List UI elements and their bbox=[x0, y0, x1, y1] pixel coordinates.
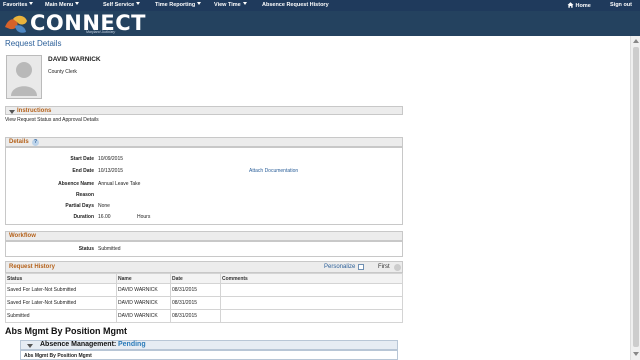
table-row: Saved For Later-Not Submitted DAVID WARN… bbox=[5, 296, 403, 310]
chevron-down-icon bbox=[29, 2, 34, 5]
abs-mgmt-subtitle: Abs Mgmt By Position Mgmt bbox=[24, 353, 92, 359]
duration-value: 16.00 bbox=[98, 214, 111, 220]
person-silhouette-icon bbox=[11, 62, 37, 96]
nav-self-service[interactable]: Self Service bbox=[103, 2, 141, 8]
nav-favorites[interactable]: Favorites bbox=[3, 2, 34, 8]
column-header-status: Status bbox=[5, 273, 117, 284]
end-date-value: 10/13/2015 bbox=[98, 168, 124, 174]
start-date-label: Start Date bbox=[70, 156, 94, 162]
row-comments bbox=[220, 309, 403, 323]
row-name: DAVID WARNICK bbox=[116, 296, 171, 310]
scroll-thumb[interactable] bbox=[633, 47, 639, 347]
nav-time-reporting[interactable]: Time Reporting bbox=[155, 2, 202, 8]
employee-photo bbox=[6, 55, 42, 99]
request-history-title: Request History bbox=[9, 264, 56, 270]
scroll-down-arrow-icon[interactable] bbox=[633, 352, 639, 356]
table-header-row: Status Name Date Comments bbox=[5, 273, 403, 284]
employee-title: County Clerk bbox=[48, 69, 77, 75]
nav-main-menu[interactable]: Main Menu bbox=[45, 2, 80, 8]
status-value: Submitted bbox=[98, 246, 121, 252]
page-title: Request Details bbox=[5, 39, 62, 48]
partial-days-label: Partial Days bbox=[65, 203, 94, 209]
nav-absence-request-history[interactable]: Absence Request History bbox=[262, 2, 329, 8]
row-date: 08/31/2015 bbox=[170, 309, 221, 323]
details-title: Details bbox=[9, 139, 29, 145]
request-history-table: Status Name Date Comments Saved For Late… bbox=[5, 273, 403, 323]
instructions-text: View Request Status and Approval Details bbox=[5, 117, 99, 123]
employee-name: DAVID WARNICK bbox=[48, 56, 101, 63]
absence-management-header[interactable]: Absence Management: Pending bbox=[20, 340, 398, 350]
column-header-comments: Comments bbox=[220, 273, 403, 284]
chevron-down-icon bbox=[242, 2, 247, 5]
table-row: Submitted DAVID WARNICK 08/31/2015 bbox=[5, 309, 403, 323]
collapse-triangle-icon bbox=[27, 344, 33, 348]
previous-page-icon[interactable] bbox=[394, 264, 401, 271]
first-page-link[interactable]: First bbox=[378, 264, 390, 270]
duration-unit: Hours bbox=[137, 214, 151, 220]
attach-documentation-link[interactable]: Attach Documentation bbox=[249, 168, 298, 174]
abs-mgmt-title: Abs Mgmt By Position Mgmt bbox=[5, 326, 127, 336]
sign-out-link[interactable]: Sign out bbox=[610, 2, 632, 8]
nav-view-time[interactable]: View Time bbox=[214, 2, 247, 8]
grid-view-icon[interactable] bbox=[358, 264, 364, 270]
row-name: DAVID WARNICK bbox=[116, 309, 171, 323]
instructions-section-header[interactable]: Instructions bbox=[5, 106, 403, 115]
absence-name-label: Absence Name bbox=[58, 181, 94, 187]
workflow-title: Workflow bbox=[9, 233, 36, 239]
reason-label: Reason bbox=[75, 192, 94, 198]
chevron-down-icon bbox=[197, 2, 202, 5]
app-logo-subtitle: Maryland Judiciary bbox=[86, 30, 116, 34]
instructions-title: Instructions bbox=[17, 108, 52, 114]
duration-label: Duration bbox=[73, 214, 94, 220]
row-name: DAVID WARNICK bbox=[116, 283, 171, 297]
details-panel: Start Date 10/09/2015 End Date 10/13/201… bbox=[5, 147, 403, 225]
column-header-date: Date bbox=[170, 273, 221, 284]
column-header-name: Name bbox=[116, 273, 171, 284]
row-date: 08/31/2015 bbox=[170, 296, 221, 310]
row-date: 08/31/2015 bbox=[170, 283, 221, 297]
help-icon[interactable]: ? bbox=[32, 139, 39, 146]
absence-name-value: Annual Leave Take bbox=[98, 181, 141, 187]
end-date-label: End Date bbox=[72, 168, 94, 174]
workflow-section-header: Workflow bbox=[5, 231, 403, 241]
home-link[interactable]: Home bbox=[567, 2, 591, 9]
absence-management-panel: Abs Mgmt By Position Mgmt bbox=[20, 350, 398, 360]
table-row: Saved For Later-Not Submitted DAVID WARN… bbox=[5, 283, 403, 297]
personalize-link[interactable]: Personalize bbox=[324, 264, 355, 270]
request-history-header: Request History Personalize First bbox=[5, 261, 403, 273]
row-status: Saved For Later-Not Submitted bbox=[5, 283, 117, 297]
workflow-panel: Status Submitted bbox=[5, 241, 403, 257]
app-banner: CONNECT Maryland Judiciary bbox=[0, 11, 640, 36]
start-date-value: 10/09/2015 bbox=[98, 156, 124, 162]
row-comments bbox=[220, 283, 403, 297]
absence-management-label: Absence Management: bbox=[40, 341, 117, 348]
page-scrollbar[interactable] bbox=[630, 36, 640, 360]
row-status: Submitted bbox=[5, 309, 117, 323]
top-navigation-bar: Favorites Main Menu Self Service Time Re… bbox=[0, 0, 640, 11]
home-icon bbox=[567, 2, 574, 8]
pending-status-label: Pending bbox=[118, 341, 146, 348]
scroll-up-arrow-icon[interactable] bbox=[633, 39, 639, 43]
row-comments bbox=[220, 296, 403, 310]
partial-days-value: None bbox=[98, 203, 110, 209]
row-status: Saved For Later-Not Submitted bbox=[5, 296, 117, 310]
chevron-down-icon bbox=[75, 2, 80, 5]
status-label: Status bbox=[78, 246, 94, 252]
chevron-down-icon bbox=[136, 2, 141, 5]
collapse-triangle-icon bbox=[9, 110, 15, 114]
details-section-header: Details ? bbox=[5, 137, 403, 147]
maryland-logo-icon bbox=[5, 15, 27, 33]
